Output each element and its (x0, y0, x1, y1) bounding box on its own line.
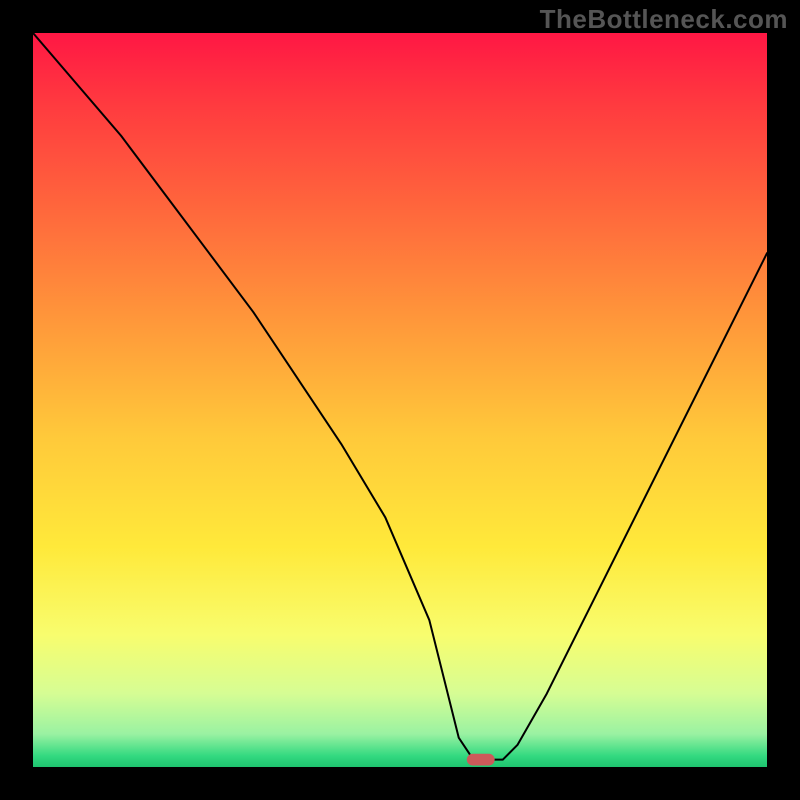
chart-frame: TheBottleneck.com (0, 0, 800, 800)
watermark-text: TheBottleneck.com (540, 4, 788, 35)
plot-background (33, 33, 767, 767)
bottleneck-chart (33, 33, 767, 767)
markers-layer (467, 754, 495, 766)
marker-optimal-point (467, 754, 495, 766)
